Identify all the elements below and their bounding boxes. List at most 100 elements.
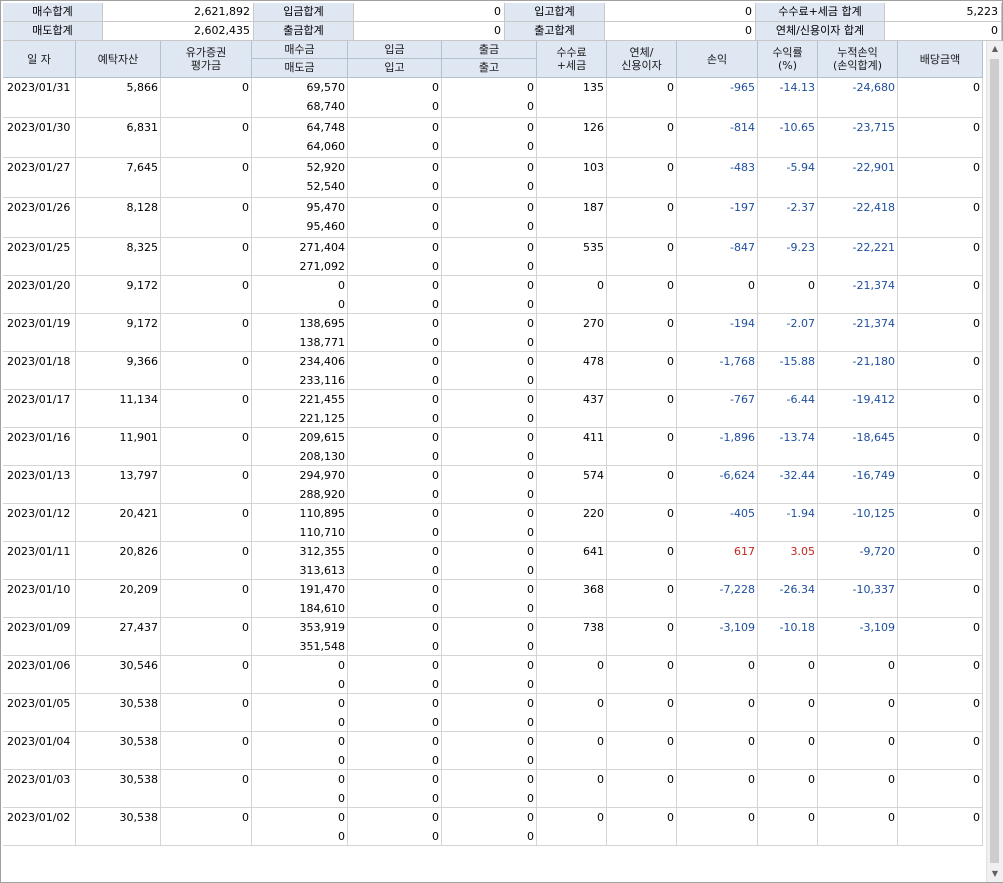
table-row[interactable]: 2023/01/09 27,437 0 353,919 351,548 0 0 0 0 738 0-… — [3, 618, 983, 656]
value-buy: 0 — [338, 659, 345, 672]
value-date: 2023/01/18 — [7, 355, 71, 368]
table-row[interactable]: 2023/01/20 9,172 0 0 0 0 0 0 0 0 0 0 0 -21,374 0 — [3, 276, 983, 314]
value-out-stock: 0 — [527, 180, 534, 193]
cell-date: 2023/01/06 — [3, 656, 76, 694]
value-out-stock: 0 — [527, 140, 534, 153]
table-row[interactable]: 2023/01/03 30,538 0 0 0 0 0 0 0 0 0 0 0 0 0 — [3, 770, 983, 808]
table-row[interactable]: 2023/01/10 20,209 0 191,470 184,610 0 0 0 0 368 0-… — [3, 580, 983, 618]
scroll-up-arrow-icon[interactable]: ▲ — [987, 41, 1003, 57]
cell-cum: -18,645 — [818, 428, 898, 466]
value-cum: 0 — [888, 659, 895, 672]
scrollbar-thumb[interactable] — [990, 59, 999, 863]
table-row[interactable]: 2023/01/06 30,546 0 0 0 0 0 0 0 0 0 0 0 0 0 — [3, 656, 983, 694]
cell-cum: 0 — [818, 732, 898, 770]
value-fee: 738 — [583, 621, 604, 634]
cell-out-money-out-stock: 00 — [442, 118, 537, 158]
cell-dividend: 0 — [898, 158, 983, 198]
header-buy-sell[interactable]: 매수금 매도금 — [252, 41, 348, 78]
scroll-down-arrow-icon[interactable]: ▼ — [987, 866, 1003, 882]
history-grid[interactable]: 일 자 예탁자산 유가증권 평가금 매수금 매도금 입금 입고 출금 출고 수수… — [3, 41, 983, 851]
header-pnl[interactable]: 손익 — [677, 41, 758, 78]
value-date: 2023/01/20 — [7, 279, 71, 292]
header-interest[interactable]: 연체/ 신용이자 — [607, 41, 677, 78]
table-row[interactable]: 2023/01/26 8,128 0 95,470 95,460 0 0 0 0 187 0 -197… — [3, 198, 983, 238]
value-cum: -21,374 — [852, 279, 895, 292]
cell-in-money-in-stock: 00 — [348, 618, 442, 656]
table-row[interactable]: 2023/01/05 30,538 0 0 0 0 0 0 0 0 0 0 0 0 0 — [3, 694, 983, 732]
value-buy: 353,919 — [299, 621, 346, 634]
value-securities: 0 — [242, 507, 249, 520]
table-row[interactable]: 2023/01/19 9,172 0 138,695 138,771 0 0 0 0 270 0 -1… — [3, 314, 983, 352]
cell-pnl: 0 — [677, 770, 758, 808]
cell-securities: 0 — [161, 118, 252, 158]
value-out-stock: 0 — [527, 564, 534, 577]
value-in-money: 0 — [432, 773, 439, 786]
cell-in-money-in-stock: 00 — [348, 770, 442, 808]
cell-out-money-out-stock: 00 — [442, 390, 537, 428]
table-row[interactable]: 2023/01/16 11,901 0 209,615 208,130 0 0 0 0 411 0-… — [3, 428, 983, 466]
cell-dividend: 0 — [898, 352, 983, 390]
header-withdraw-stockout[interactable]: 출금 출고 — [442, 41, 537, 78]
header-cum-line2: (손익합계) — [832, 59, 883, 72]
table-row[interactable]: 2023/01/30 6,831 0 64,748 64,060 0 0 0 0 126 0 -814… — [3, 118, 983, 158]
cell-buy-sell: 110,895 110,710 — [252, 504, 348, 542]
value-dividend: 0 — [973, 279, 980, 292]
value-rate: -2.07 — [786, 317, 815, 330]
cell-date: 2023/01/31 — [3, 78, 76, 118]
value-out-money: 0 — [527, 583, 534, 596]
header-fee-tax[interactable]: 수수료 +세금 — [537, 41, 607, 78]
value-pnl: -194 — [730, 317, 755, 330]
value-interest: 0 — [667, 393, 674, 406]
value-interest: 0 — [667, 545, 674, 558]
table-row[interactable]: 2023/01/25 8,325 0 271,404 271,092 0 0 0 0 535 0 -8… — [3, 238, 983, 276]
cell-pnl: -7,228 — [677, 580, 758, 618]
table-row[interactable]: 2023/01/11 20,826 0 312,355 313,613 0 0 0 0 641 0 6… — [3, 542, 983, 580]
header-cumulative-pnl[interactable]: 누적손익 (손익합계) — [818, 41, 898, 78]
value-deposit: 9,172 — [126, 279, 159, 292]
cell-out-money-out-stock: 00 — [442, 352, 537, 390]
header-securities-value[interactable]: 유가증권 평가금 — [161, 41, 252, 78]
table-row[interactable]: 2023/01/31 5,866 0 69,570 68,740 0 0 0 0 135 0 -965… — [3, 78, 983, 118]
value-out-money: 0 — [527, 393, 534, 406]
value-rate: -15.88 — [779, 355, 815, 368]
table-row[interactable]: 2023/01/18 9,366 0 234,406 233,116 0 0 0 0 478 0 -1… — [3, 352, 983, 390]
value-pnl: -814 — [730, 121, 755, 134]
table-row[interactable]: 2023/01/04 30,538 0 0 0 0 0 0 0 0 0 0 0 0 0 — [3, 732, 983, 770]
header-deposit-assets[interactable]: 예탁자산 — [76, 41, 161, 78]
header-date[interactable]: 일 자 — [3, 41, 76, 78]
table-row[interactable]: 2023/01/02 30,538 0 0 0 0 0 0 0 0 0 0 0 0 0 — [3, 808, 983, 846]
header-money-out: 출금 — [442, 41, 536, 59]
table-row[interactable]: 2023/01/13 13,797 0 294,970 288,920 0 0 0 0 574 0-… — [3, 466, 983, 504]
value-buy: 64,748 — [306, 121, 346, 134]
vertical-scrollbar[interactable]: ▲ ▼ — [986, 41, 1003, 882]
cell-deposit: 5,866 — [76, 78, 161, 118]
value-deposit: 9,172 — [126, 317, 159, 330]
table-row[interactable]: 2023/01/12 20,421 0 110,895 110,710 0 0 0 0 220 0-… — [3, 504, 983, 542]
cell-deposit: 30,538 — [76, 694, 161, 732]
value-buy: 110,895 — [299, 507, 346, 520]
cell-deposit: 9,366 — [76, 352, 161, 390]
value-interest: 0 — [667, 241, 674, 254]
value-sell: 351,548 — [299, 640, 346, 653]
value-in-stock: 0 — [432, 374, 439, 387]
cell-fee: 478 — [537, 352, 607, 390]
value-out-stock: 0 — [527, 336, 534, 349]
header-dividend[interactable]: 배당금액 — [898, 41, 983, 78]
table-row[interactable]: 2023/01/17 11,134 0 221,455 221,125 0 0 0 0 437 0-… — [3, 390, 983, 428]
header-return-rate[interactable]: 수익률 (%) — [758, 41, 818, 78]
table-row[interactable]: 2023/01/27 7,645 0 52,920 52,540 0 0 0 0 103 0 -483… — [3, 158, 983, 198]
header-deposit-stockin[interactable]: 입금 입고 — [348, 41, 442, 78]
value-rate: 0 — [808, 659, 815, 672]
cell-out-money-out-stock: 00 — [442, 504, 537, 542]
value-date: 2023/01/26 — [7, 201, 71, 214]
summary-value-deposit-total: 0 — [354, 3, 505, 22]
value-date: 2023/01/11 — [7, 545, 71, 558]
cell-pnl: 0 — [677, 656, 758, 694]
value-fee: 126 — [583, 121, 604, 134]
value-in-money: 0 — [432, 697, 439, 710]
cell-date: 2023/01/10 — [3, 580, 76, 618]
value-securities: 0 — [242, 659, 249, 672]
value-sell: 221,125 — [299, 412, 346, 425]
cell-rate: 0 — [758, 656, 818, 694]
value-in-stock: 0 — [432, 298, 439, 311]
